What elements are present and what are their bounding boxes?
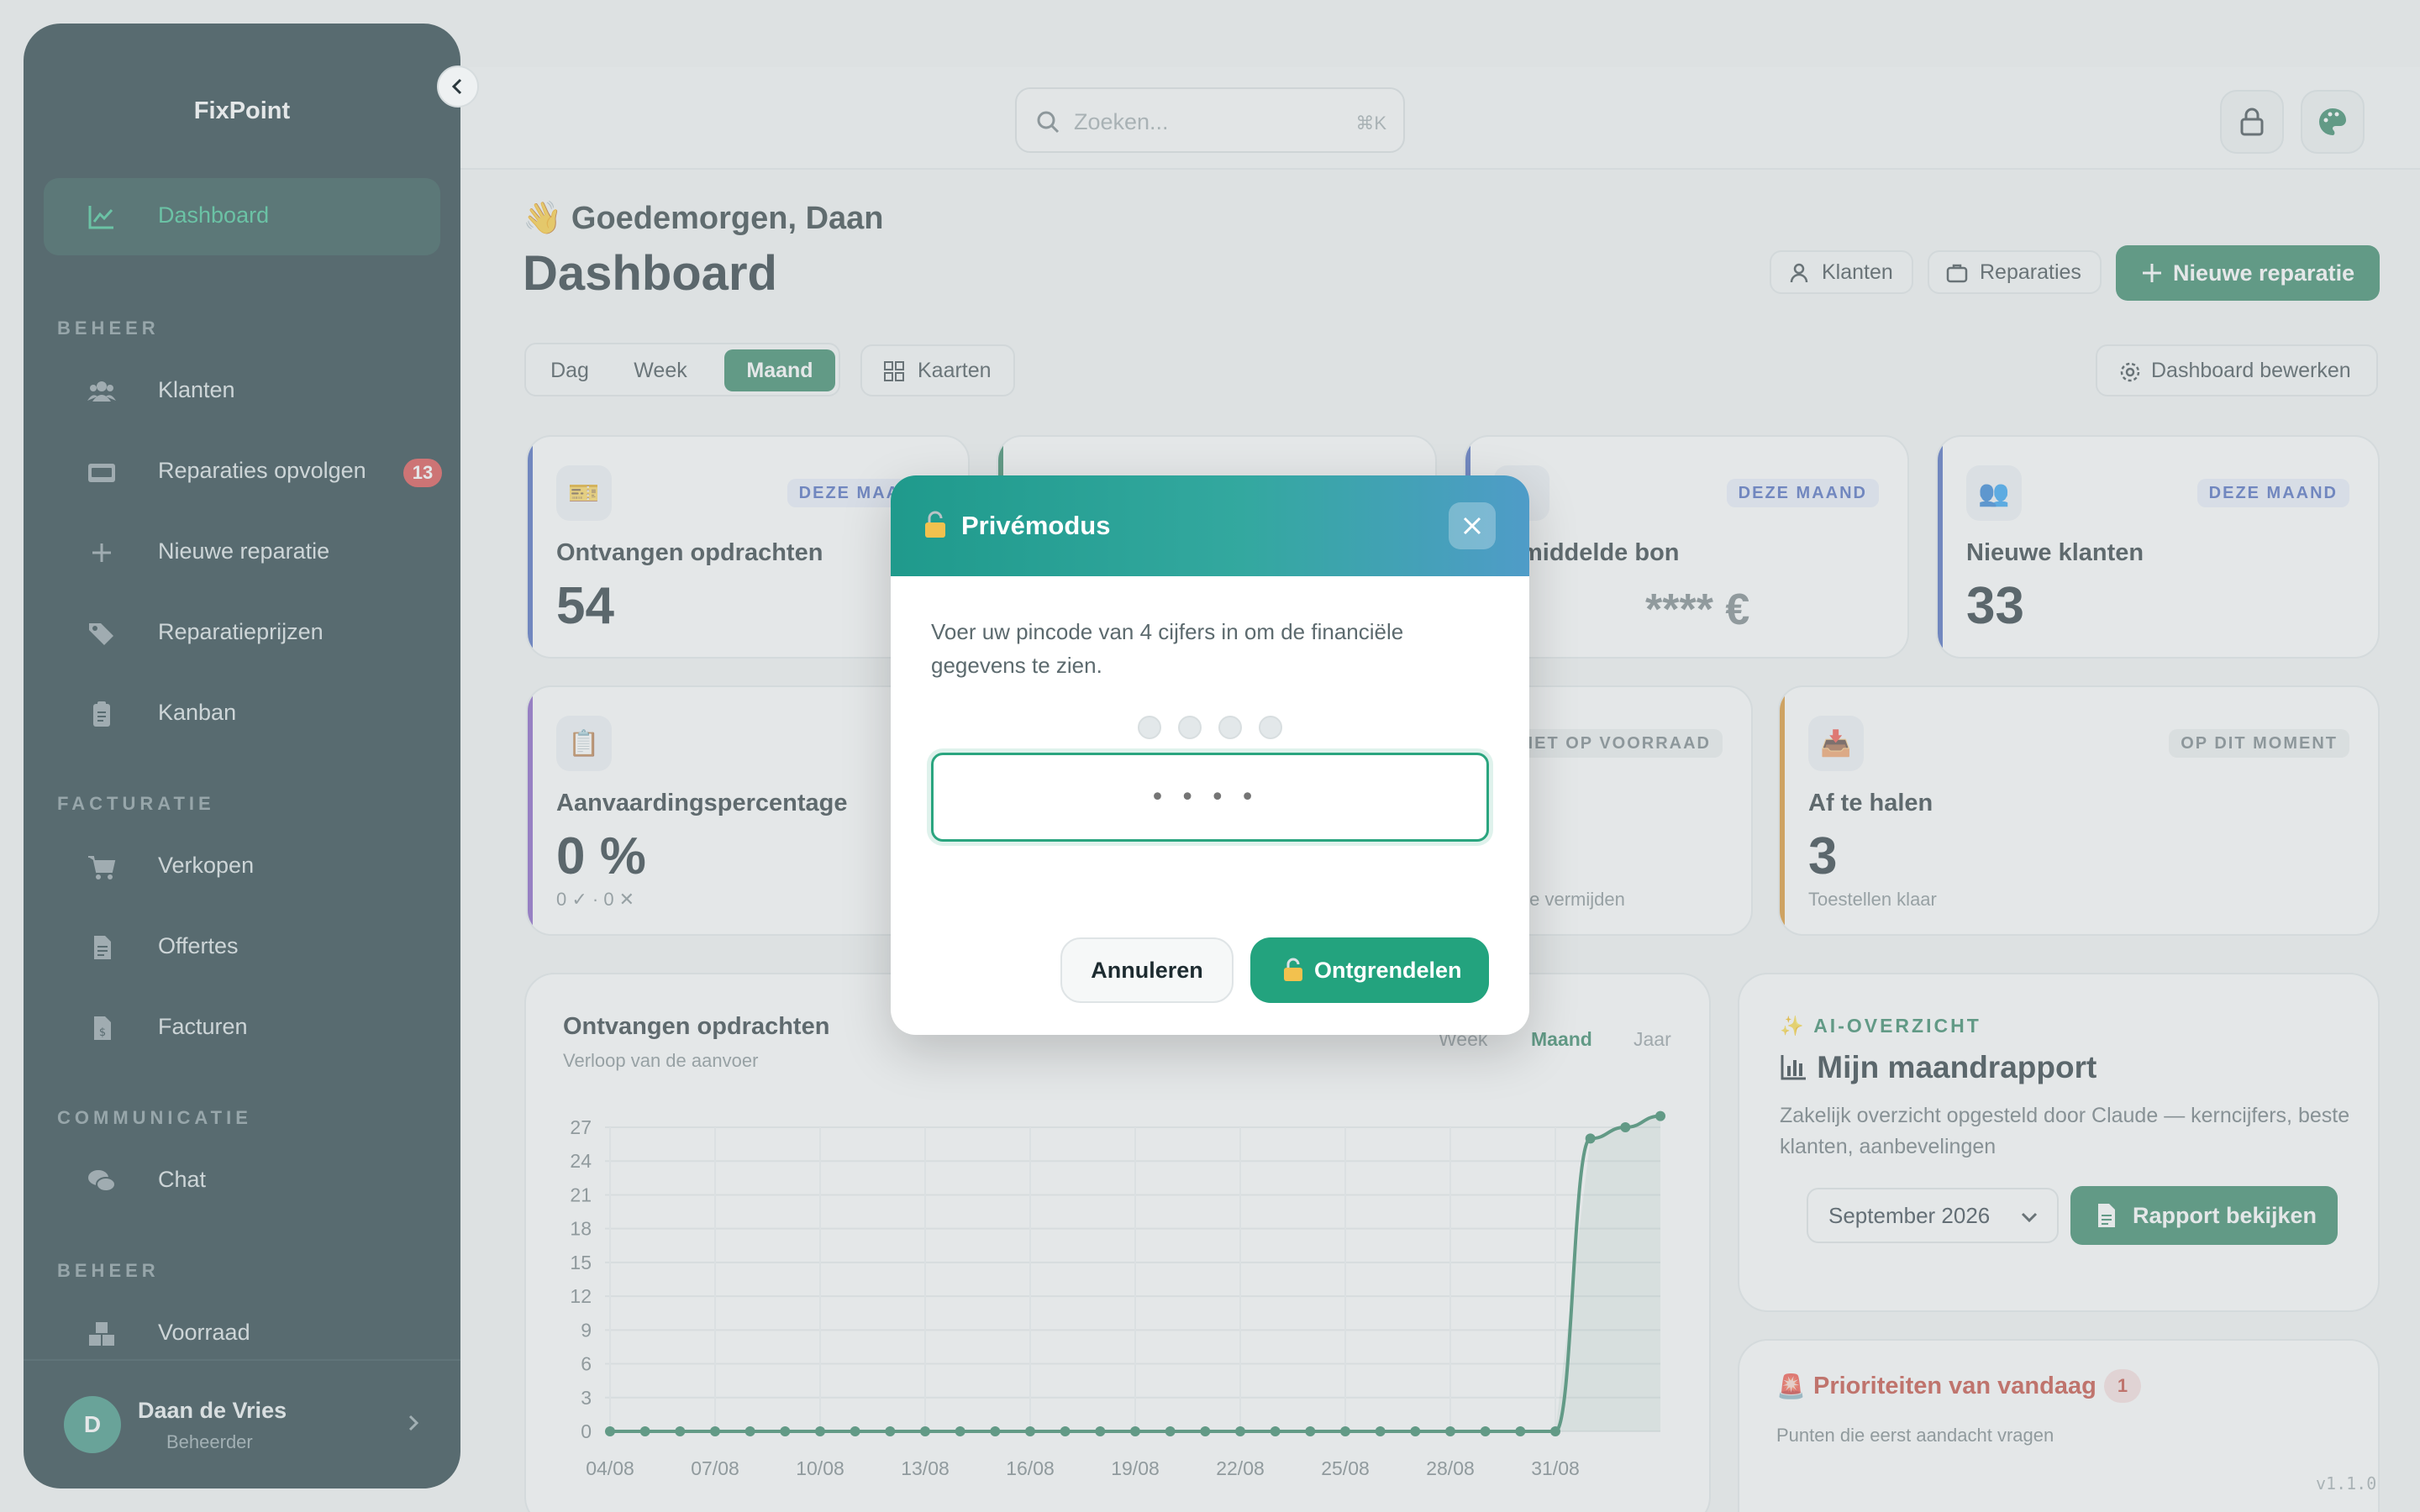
close-icon	[1463, 517, 1481, 535]
unlock-button[interactable]: Ontgrendelen	[1250, 937, 1489, 1003]
pin-indicator-4	[1259, 716, 1282, 739]
chevron-left-icon	[451, 78, 462, 95]
cancel-button[interactable]: Annuleren	[1060, 937, 1234, 1003]
pin-indicator-1	[1138, 716, 1161, 739]
pin-indicator-2	[1178, 716, 1202, 739]
lock-icon	[1284, 958, 1302, 981]
privacy-modal: Privémodus Voer uw pincode van 4 cijfers…	[891, 475, 1529, 1035]
pin-input[interactable]	[931, 753, 1489, 842]
pin-indicator-3	[1218, 716, 1242, 739]
modal-description: Voer uw pincode van 4 cijfers in om de f…	[931, 619, 1404, 678]
sidebar-collapse-button[interactable]	[437, 66, 479, 108]
modal-title: Privémodus	[961, 511, 1111, 540]
lock-icon	[925, 511, 945, 538]
unlock-label: Ontgrendelen	[1314, 957, 1462, 983]
modal-header: Privémodus	[891, 475, 1529, 576]
modal-close-button[interactable]	[1449, 502, 1496, 549]
